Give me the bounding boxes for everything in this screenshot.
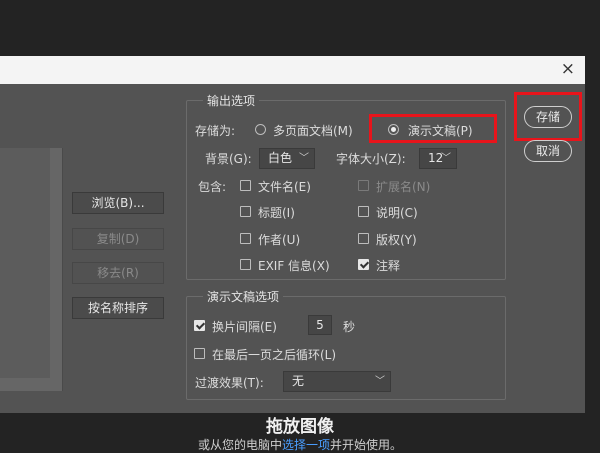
description-label[interactable]: 说明(C) [376, 204, 418, 221]
filename-checkbox[interactable] [240, 180, 251, 191]
multipage-label[interactable]: 多页面文档(M) [273, 122, 353, 139]
background-heading: 拖放图像 [266, 417, 334, 437]
dialog-titlebar: × [0, 56, 585, 84]
font-size-label: 字体大小(Z): [336, 152, 406, 166]
transition-select[interactable]: 无 ﹀ [283, 371, 391, 392]
annotations-label[interactable]: 注释 [376, 257, 400, 274]
extension-checkbox[interactable] [358, 180, 369, 191]
exif-label[interactable]: EXIF 信息(X) [258, 257, 330, 274]
chevron-down-icon: ﹀ [375, 376, 385, 387]
description-checkbox[interactable] [358, 206, 369, 217]
pdf-presentation-dialog: × 浏览(B)... 复制(D) 移去(R) 按名称排序 输出选项 存储为: 多… [0, 56, 585, 413]
duplicate-button[interactable]: 复制(D) [72, 228, 164, 250]
chevron-down-icon: ﹀ [441, 153, 451, 164]
background-select-value: 白色 [268, 151, 293, 165]
title-label[interactable]: 标题(I) [258, 204, 295, 221]
font-size-select[interactable]: 12 ﹀ [419, 148, 457, 169]
copyright-label[interactable]: 版权(Y) [376, 231, 417, 248]
save-highlight-box [514, 92, 582, 141]
background-subtext: 或从您的电脑中选择一项并开始使用。 [0, 436, 600, 453]
advance-seconds-input[interactable]: 5 [308, 315, 332, 335]
close-icon[interactable]: × [561, 59, 575, 79]
background-select[interactable]: 白色 ﹀ [259, 148, 315, 169]
browse-button[interactable]: 浏览(B)... [72, 192, 164, 214]
presentation-options-legend: 演示文稿选项 [207, 290, 280, 304]
output-options-legend: 输出选项 [207, 94, 256, 108]
transition-label: 过渡效果(T): [195, 376, 264, 390]
author-label[interactable]: 作者(U) [258, 231, 300, 248]
extension-label[interactable]: 扩展名(N) [376, 178, 430, 195]
advance-every-label[interactable]: 换片间隔(E) [212, 318, 277, 335]
loop-label[interactable]: 在最后一页之后循环(L) [212, 346, 336, 363]
source-files-list-inner [0, 148, 50, 378]
exif-checkbox[interactable] [240, 259, 251, 270]
cancel-button[interactable]: 取消 [524, 140, 572, 162]
transition-select-value: 无 [292, 374, 305, 388]
presentation-highlight-box [369, 114, 497, 143]
include-label: 包含: [198, 180, 227, 194]
chevron-down-icon: ﹀ [299, 153, 309, 164]
seconds-label: 秒 [343, 320, 356, 334]
author-checkbox[interactable] [240, 233, 251, 244]
filename-label[interactable]: 文件名(E) [258, 178, 311, 195]
title-checkbox[interactable] [240, 206, 251, 217]
sort-by-name-button[interactable]: 按名称排序 [72, 297, 164, 319]
save-as-label: 存储为: [195, 124, 236, 138]
remove-button[interactable]: 移去(R) [72, 262, 164, 284]
background-label: 背景(G): [205, 152, 252, 166]
annotations-checkbox[interactable] [358, 259, 369, 270]
multipage-radio[interactable] [255, 124, 266, 135]
copyright-checkbox[interactable] [358, 233, 369, 244]
loop-checkbox[interactable] [194, 348, 205, 359]
source-files-list[interactable] [0, 148, 63, 391]
advance-every-checkbox[interactable] [194, 320, 205, 331]
